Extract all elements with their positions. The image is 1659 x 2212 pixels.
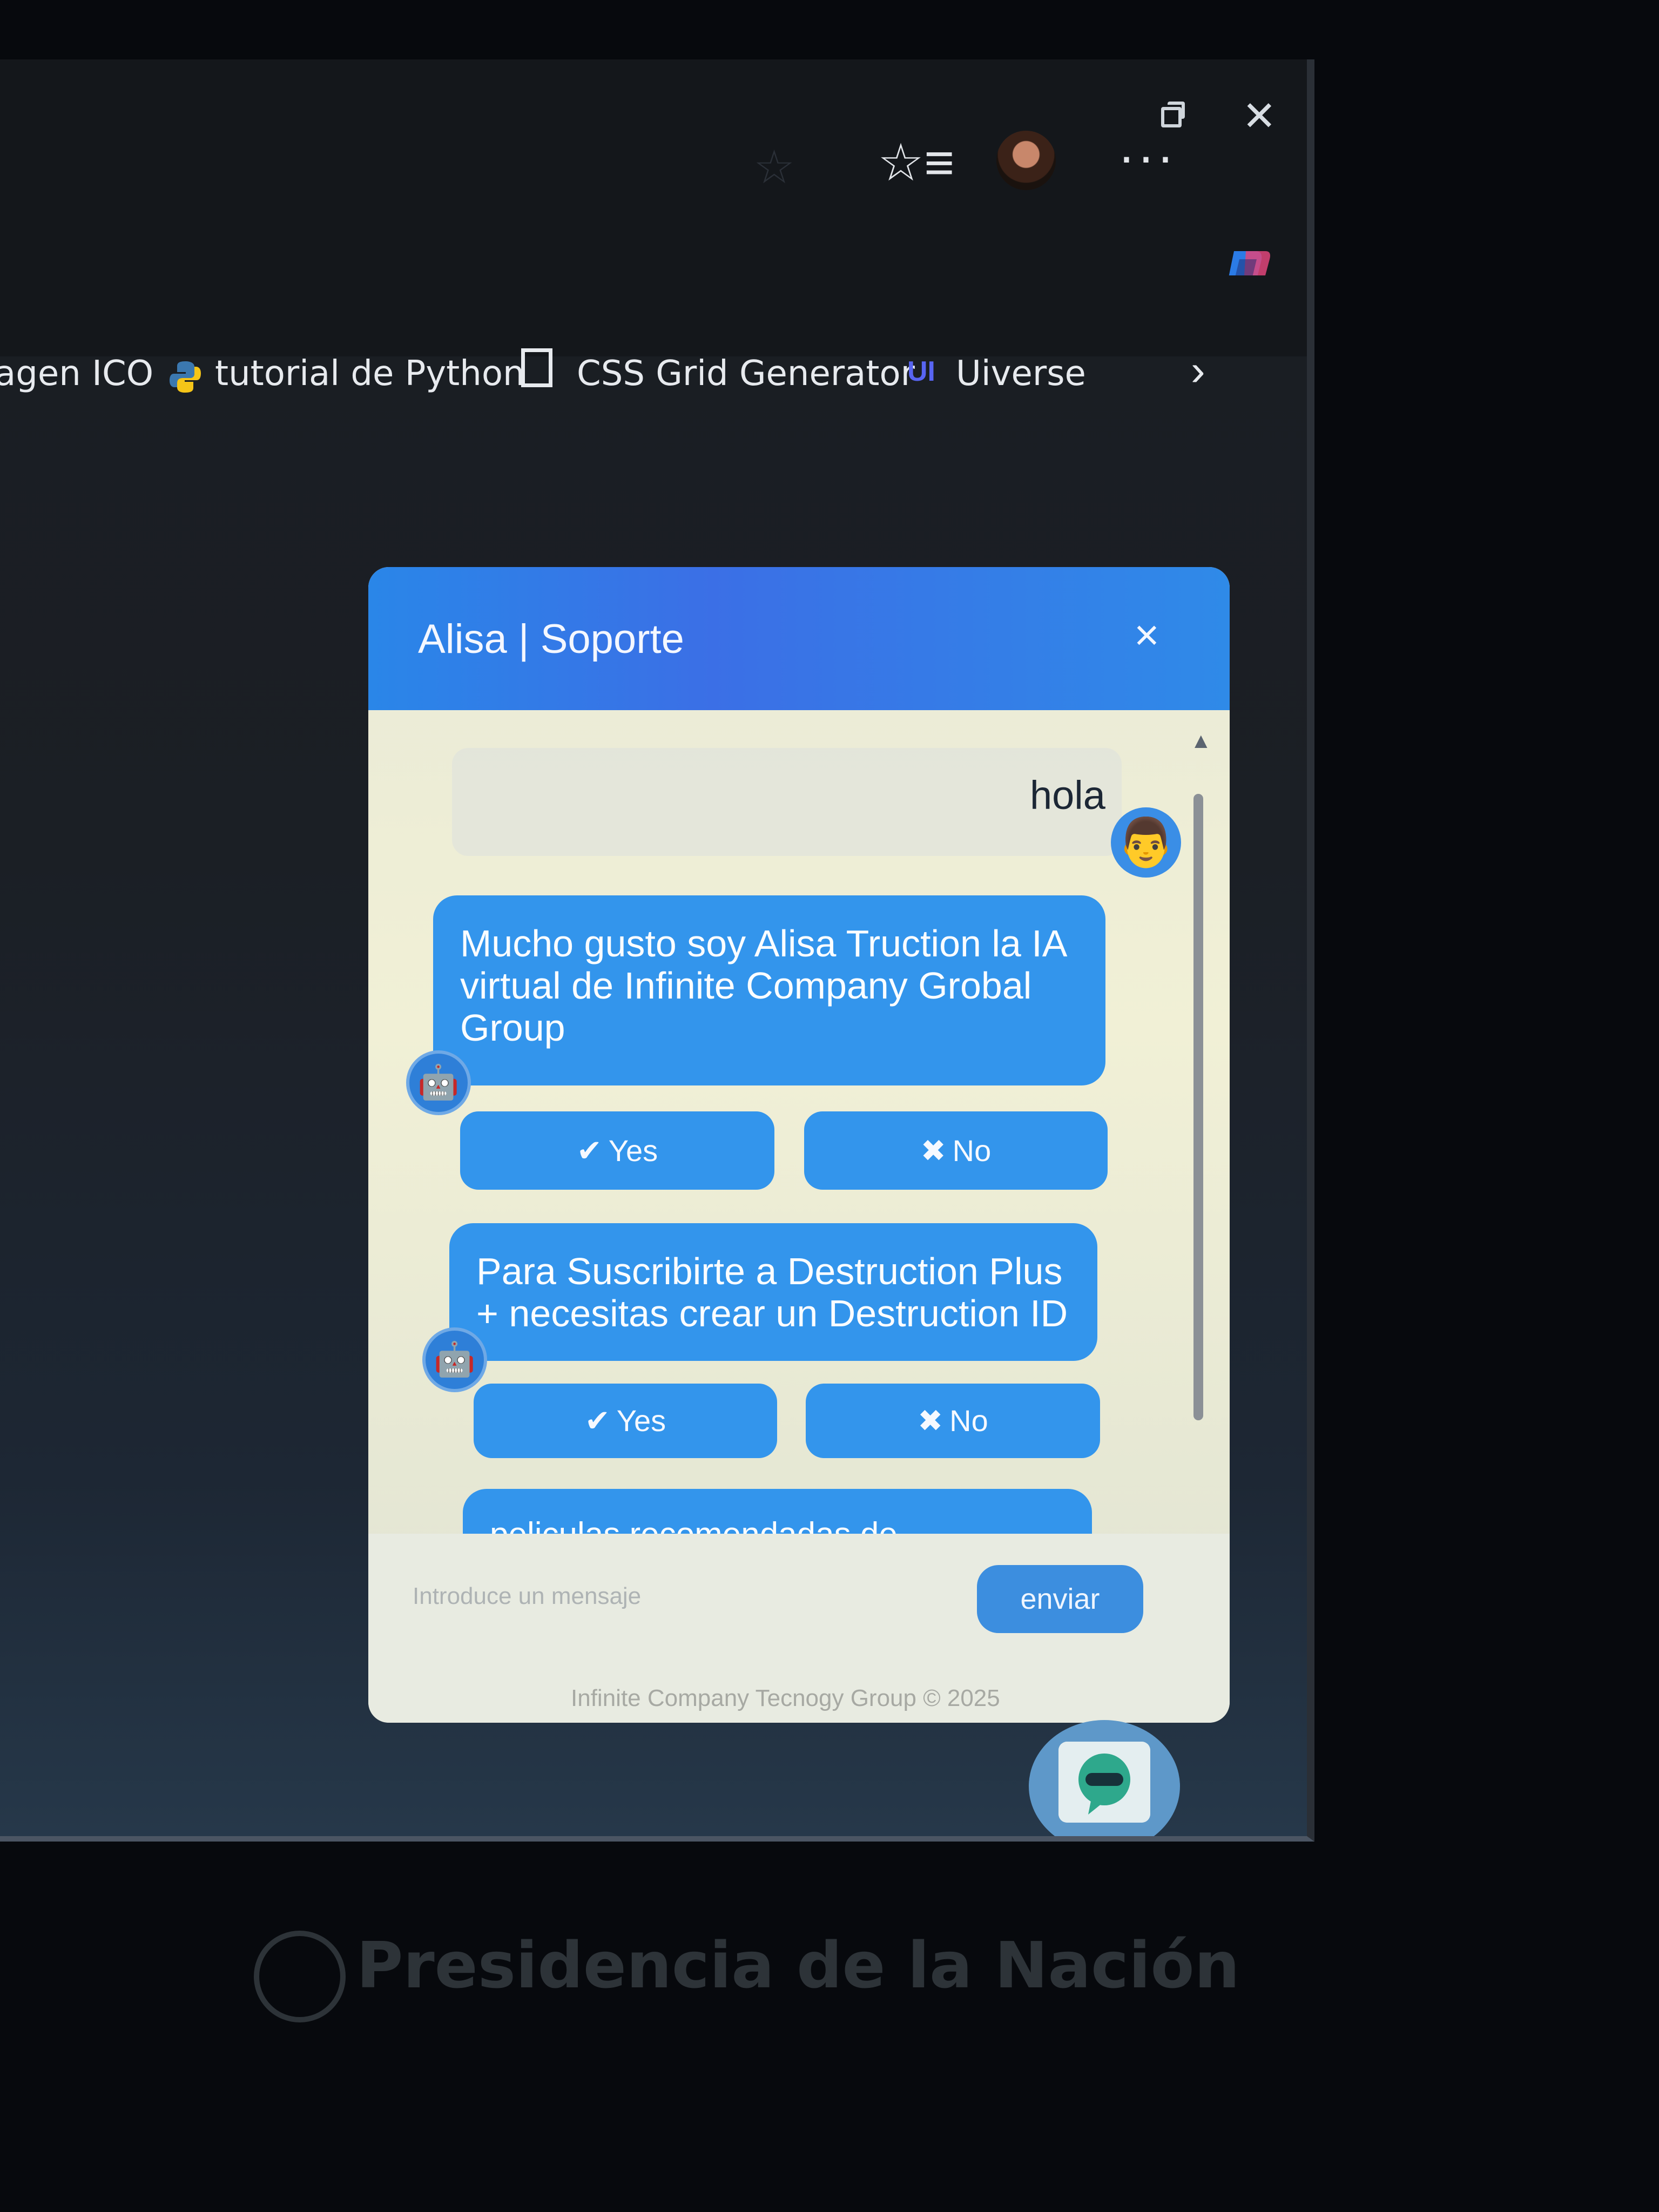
bookmark-item[interactable]: tutorial de Python	[215, 354, 525, 394]
chatbot-icon[interactable]	[1058, 1742, 1150, 1823]
user-message-bubble	[452, 748, 1122, 856]
yes-button[interactable]: ✔ Yes	[474, 1384, 777, 1458]
profile-avatar[interactable]	[996, 131, 1056, 190]
chat-header: Alisa | Soporte ×	[368, 567, 1230, 710]
scrollbar-thumb[interactable]	[1193, 794, 1203, 1420]
close-window-icon[interactable]: ✕	[1242, 96, 1277, 137]
more-icon[interactable]: ···	[1118, 127, 1176, 186]
close-icon[interactable]: ×	[1134, 610, 1159, 660]
message-input[interactable]	[412, 1569, 900, 1624]
check-icon: ✔	[584, 1404, 610, 1438]
restore-window-icon[interactable]	[1161, 102, 1185, 127]
no-button[interactable]: ✖ No	[806, 1384, 1100, 1458]
no-button[interactable]: ✖ No	[804, 1111, 1108, 1190]
bot-avatar: 🤖	[422, 1327, 487, 1392]
chat-window: Alisa | Soporte × ▲ ▼ hola 👨 Mucho gusto…	[368, 567, 1230, 1723]
yes-button[interactable]: ✔ Yes	[460, 1111, 774, 1190]
x-icon: ✖	[920, 1134, 946, 1168]
bookmarks-bar	[0, 275, 1307, 356]
chat-footer: Infinite Company Tecnogy Group © 2025	[571, 1685, 1000, 1711]
uiverse-icon: UI	[907, 356, 935, 387]
user-avatar: 👨	[1111, 807, 1181, 878]
user-message-text: hola	[1030, 773, 1105, 818]
check-icon: ✔	[576, 1134, 602, 1168]
bookmark-item[interactable]: agen ICO	[0, 354, 153, 394]
chat-title: Alisa | Soporte	[418, 616, 684, 662]
bot-message-text: Para Suscribirte a Destruction Plus + ne…	[476, 1250, 1068, 1334]
bot-message-text: Mucho gusto soy Alisa Truction la IA vir…	[460, 922, 1065, 1049]
seal-icon	[254, 1931, 346, 2022]
scroll-up-icon[interactable]: ▲	[1190, 729, 1212, 753]
favorites-icon[interactable]: ☆≡	[878, 132, 954, 193]
bot-avatar: 🤖	[406, 1050, 471, 1115]
bookmark-item[interactable]: CSS Grid Generator	[577, 354, 915, 394]
chevron-right-icon[interactable]: ›	[1191, 346, 1205, 395]
page-icon	[521, 348, 552, 387]
python-icon	[170, 361, 201, 393]
monitor-screen: ✕ ☆ ☆≡ ··· agen ICO tutorial de Python C…	[0, 59, 1314, 1842]
browser-titlebar	[0, 59, 1307, 167]
star-icon[interactable]: ☆	[753, 140, 795, 194]
bot-message-bubble: Mucho gusto soy Alisa Truction la IA vir…	[433, 895, 1105, 1085]
bot-message-bubble: Para Suscribirte a Destruction Plus + ne…	[449, 1223, 1097, 1361]
send-button[interactable]: enviar	[977, 1565, 1143, 1633]
monitor-brand: Presidencia de la Nación	[356, 1928, 1240, 2002]
browser-toolbar	[0, 167, 1307, 281]
x-icon: ✖	[918, 1404, 943, 1438]
bookmark-item[interactable]: Uiverse	[956, 354, 1086, 394]
